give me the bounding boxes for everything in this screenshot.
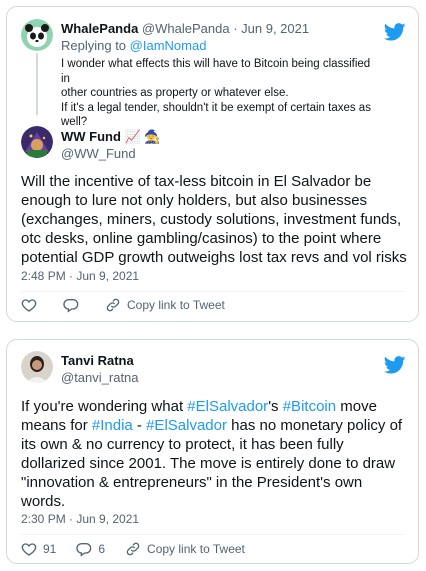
avatar-whalepanda[interactable] (21, 19, 53, 51)
text-line: If you're wondering what #ElSalvador's #… (21, 397, 413, 416)
text-line: potential GDP growth outweighs lost tax … (21, 249, 407, 266)
replying-to: Replying to @IamNomad (61, 38, 206, 53)
author-handle[interactable]: @WW_Fund (61, 146, 136, 161)
replying-prefix: Replying to (61, 38, 130, 53)
tweet-card-ww-fund: WhalePanda @WhalePanda · Jun 9, 2021 Rep… (6, 6, 419, 322)
like-button[interactable]: 91 (21, 541, 56, 557)
heart-icon (21, 543, 37, 556)
reply-button[interactable] (63, 297, 85, 313)
link-icon (126, 542, 140, 556)
divider (21, 534, 404, 535)
text-span: - (132, 417, 147, 434)
text-line: Will the incentive of tax-less bitcoin i… (21, 173, 372, 190)
reply-count: 6 (98, 542, 106, 556)
text-line: other countries as property or whatever … (61, 87, 289, 99)
divider (21, 291, 404, 292)
text-line: If it's a legal tender, shouldn't it be … (61, 101, 371, 114)
heart-icon (21, 299, 37, 312)
tweet-date[interactable]: Jun 9, 2021 (241, 21, 309, 36)
text-span: means for (21, 417, 92, 434)
text-span: move (336, 398, 377, 415)
separator: · (233, 21, 238, 36)
text-line: well? (61, 116, 88, 128)
tweet-text: Will the incentive of tax-less bitcoin i… (21, 172, 413, 267)
copy-link-button[interactable]: Copy link to Tweet (125, 541, 245, 557)
text-span: has no monetary policy of (226, 417, 403, 434)
reply-icon (76, 543, 92, 557)
tweet-text: If you're wondering what #ElSalvador's #… (21, 397, 413, 511)
reply-icon (63, 299, 79, 313)
parent-tweet-text: I wonder what effects this will have to … (61, 57, 381, 130)
reply-button[interactable]: 6 (76, 541, 105, 557)
text-line: enough to lure not only holders, but als… (21, 192, 368, 209)
thread-connector-line (36, 53, 38, 115)
hashtag-elsalvador[interactable]: #ElSalvador (187, 398, 268, 415)
tweet-timestamp[interactable]: 2:48 PM · Jun 9, 2021 (21, 269, 139, 283)
copy-link-label[interactable]: Copy link to Tweet (147, 542, 245, 556)
text-line: words. (21, 493, 66, 510)
text-line: (exchanges, miners, custody solutions, i… (21, 211, 402, 228)
twitter-bird-icon[interactable] (384, 23, 406, 41)
author-handle[interactable]: @tanvi_ratna (61, 370, 139, 385)
hashtag-india[interactable]: #India (92, 417, 133, 434)
link-icon (106, 298, 120, 312)
copy-link-label[interactable]: Copy link to Tweet (127, 298, 225, 312)
text-line: dollarized since 2001. The move is entir… (21, 455, 396, 472)
text-line: otc desks, online gambling/casinos) to t… (21, 230, 382, 247)
hashtag-elsalvador[interactable]: #ElSalvador (146, 417, 227, 434)
avatar-tanvi-ratna[interactable] (21, 351, 53, 383)
text-span: If you're wondering what (21, 398, 188, 415)
author-name[interactable]: Tanvi Ratna (61, 353, 134, 368)
replying-to-link[interactable]: @IamNomad (130, 38, 207, 53)
twitter-bird-icon[interactable] (384, 356, 406, 374)
author-name[interactable]: WhalePanda (61, 21, 138, 36)
text-line: its own & no currency to protect, it has… (21, 436, 344, 453)
author-name[interactable]: WW Fund 📈 🧙 (61, 129, 161, 145)
text-line: means for #India - #ElSalvador has no mo… (21, 416, 413, 435)
text-line: I wonder what effects this will have to … (61, 58, 371, 85)
text-span: 's (268, 398, 283, 415)
like-count: 91 (43, 542, 57, 556)
avatar-ww-fund[interactable] (21, 126, 53, 158)
author-handle[interactable]: @WhalePanda (142, 21, 230, 36)
tweet-timestamp[interactable]: 2:30 PM · Jun 9, 2021 (21, 512, 139, 526)
text-line: "innovation & entrepreneurs" in the Pres… (21, 474, 363, 491)
hashtag-bitcoin[interactable]: #Bitcoin (283, 398, 336, 415)
tweet-actions: 91 6 Copy link to Tweet (21, 541, 265, 557)
tweet-actions: Copy link to Tweet (21, 297, 245, 313)
tweet-card-tanvi-ratna: Tanvi Ratna @tanvi_ratna If you're wonde… (6, 339, 419, 564)
like-button[interactable] (21, 297, 43, 313)
copy-link-button[interactable]: Copy link to Tweet (105, 297, 225, 313)
